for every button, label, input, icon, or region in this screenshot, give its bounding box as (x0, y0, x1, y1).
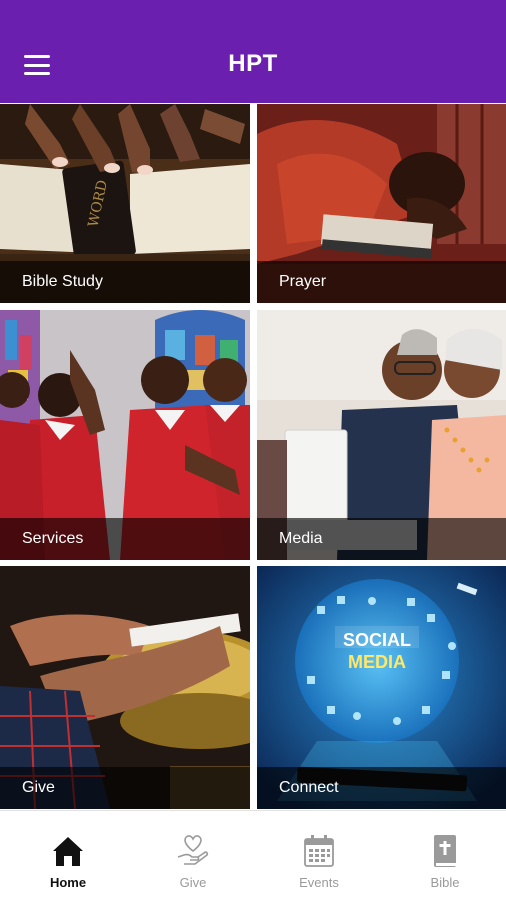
tile-give[interactable]: Give (0, 566, 250, 809)
bottom-tab-bar: Home Give Events Bible (0, 810, 506, 900)
tile-connect[interactable]: SOCIAL MEDIA Connect (257, 566, 506, 809)
app-bar: HPT (0, 0, 506, 103)
tab-bible[interactable]: Bible (382, 811, 506, 900)
tile-prayer[interactable]: Prayer (257, 104, 506, 303)
tile-label: Give (22, 779, 55, 796)
heart-hand-icon (177, 835, 209, 865)
tab-label: Events (299, 875, 339, 890)
tile-services[interactable]: Services (0, 310, 250, 560)
bible-icon (434, 835, 456, 867)
tile-bible-study[interactable]: WORD Bible Study (0, 104, 250, 303)
tab-label: Bible (430, 875, 460, 890)
tab-home[interactable]: Home (5, 811, 131, 900)
tile-media[interactable]: Media (257, 310, 506, 560)
tile-label: Connect (279, 779, 339, 796)
tab-label: Give (179, 875, 207, 890)
calendar-icon (304, 835, 334, 867)
svg-text:MEDIA: MEDIA (348, 652, 406, 672)
tile-label: Bible Study (22, 273, 103, 290)
tab-give[interactable]: Give (130, 811, 256, 900)
home-icon (53, 837, 83, 866)
tile-label: Services (22, 530, 84, 547)
page-title: HPT (228, 50, 278, 77)
tab-label: Home (49, 875, 87, 890)
tile-grid: WORD Bible Study Prayer Services Media G… (0, 103, 506, 810)
tile-label: Prayer (279, 273, 327, 290)
tile-label: Media (279, 530, 323, 547)
svg-text:SOCIAL: SOCIAL (343, 630, 411, 650)
tab-events[interactable]: Events (256, 811, 382, 900)
